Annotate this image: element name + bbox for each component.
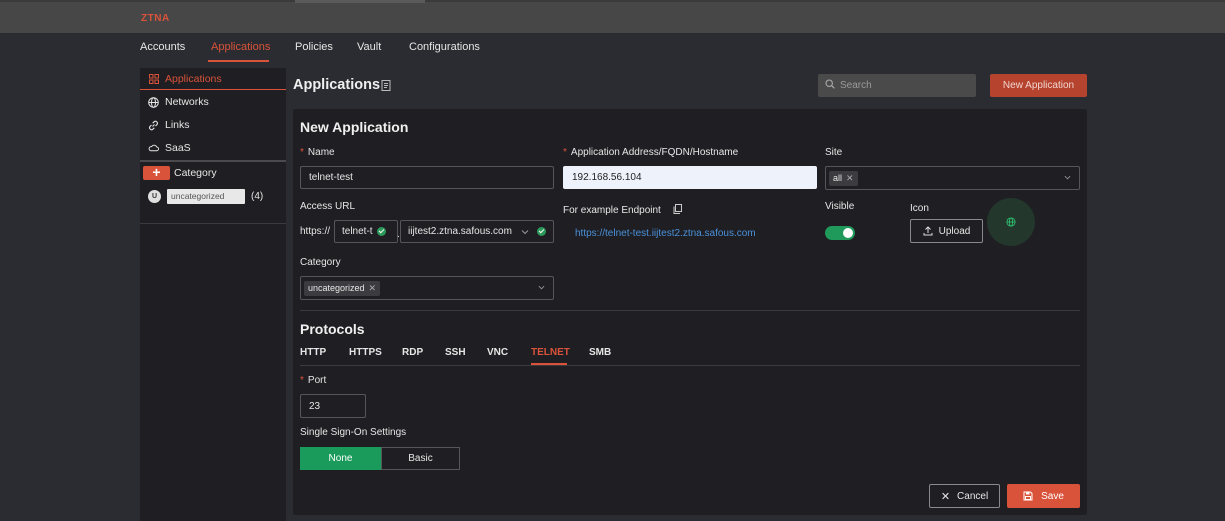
category-item-uncategorized[interactable]: uncategorized bbox=[167, 189, 245, 204]
sso-none-option[interactable]: None bbox=[300, 447, 381, 470]
subdomain-field[interactable]: telnet-t bbox=[334, 220, 398, 243]
sidebar-item-networks[interactable]: Networks bbox=[140, 91, 286, 113]
new-application-panel: New Application * Name telnet-test * Appli… bbox=[293, 109, 1087, 515]
sidebar-item-label: Applications bbox=[165, 72, 222, 85]
grid-icon bbox=[148, 73, 159, 84]
subdomain-value: telnet-t bbox=[342, 226, 373, 237]
chevron-down-icon bbox=[521, 229, 529, 234]
sidebar: Applications Networks Links SaaS + Categ… bbox=[140, 68, 286, 521]
tab-rdp[interactable]: RDP bbox=[402, 347, 423, 358]
nav-vault[interactable]: Vault bbox=[357, 41, 381, 53]
save-button[interactable]: Save bbox=[1007, 484, 1080, 508]
brand-logo: ZTNA bbox=[141, 13, 170, 24]
category-avatar: U bbox=[148, 190, 161, 203]
chevron-down-icon bbox=[538, 285, 545, 290]
port-value: 23 bbox=[309, 400, 321, 412]
nav-applications[interactable]: Applications bbox=[211, 41, 270, 53]
sidebar-item-links[interactable]: Links bbox=[140, 114, 286, 136]
globe-icon bbox=[148, 96, 159, 108]
add-category-button[interactable]: + bbox=[143, 165, 170, 180]
nav-policies[interactable]: Policies bbox=[295, 41, 333, 53]
sidebar-item-applications[interactable]: Applications bbox=[140, 68, 286, 90]
category-count: (4) bbox=[251, 191, 264, 202]
tab-http[interactable]: HTTP bbox=[300, 347, 326, 358]
save-icon bbox=[1023, 491, 1033, 501]
cancel-label: Cancel bbox=[957, 490, 989, 502]
search-box[interactable] bbox=[818, 74, 976, 97]
site-tag: all ✕ bbox=[829, 170, 858, 186]
cancel-button[interactable]: ✕ Cancel bbox=[929, 484, 1000, 508]
site-label: Site bbox=[825, 147, 843, 158]
upload-button[interactable]: Upload bbox=[910, 219, 983, 243]
tab-ssh[interactable]: SSH bbox=[445, 347, 466, 358]
url-prefix: https:// bbox=[300, 226, 331, 237]
sidebar-item-label: Links bbox=[165, 119, 190, 131]
close-icon: ✕ bbox=[940, 490, 951, 503]
address-label: * Application Address/FQDN/Hostname bbox=[563, 147, 739, 158]
remove-tag-icon[interactable]: ✕ bbox=[369, 283, 377, 294]
endpoint-label: For example Endpoint bbox=[563, 205, 661, 216]
endpoint-link[interactable]: https://telnet-test.iijtest2.ztna.safous… bbox=[575, 228, 756, 239]
tab-telnet[interactable]: TELNET bbox=[531, 347, 570, 358]
tab-vnc[interactable]: VNC bbox=[487, 347, 508, 358]
sidebar-bottom-divider bbox=[140, 223, 286, 224]
icon-label: Icon bbox=[910, 203, 929, 214]
main-nav: Accounts Applications Policies Vault Con… bbox=[0, 33, 1225, 63]
address-value: 192.168.56.104 bbox=[572, 172, 642, 183]
nav-accounts[interactable]: Accounts bbox=[140, 41, 185, 53]
category-select[interactable]: uncategorized ✕ bbox=[300, 276, 554, 300]
sidebar-divider bbox=[140, 160, 286, 162]
page-title: Applications bbox=[293, 77, 381, 93]
protocols-title: Protocols bbox=[300, 321, 365, 337]
port-field[interactable]: 23 bbox=[300, 394, 366, 418]
port-label: * Port bbox=[300, 375, 327, 386]
tab-https[interactable]: HTTPS bbox=[349, 347, 382, 358]
address-field[interactable]: 192.168.56.104 bbox=[563, 166, 817, 189]
sso-label: Single Sign-On Settings bbox=[300, 427, 407, 438]
name-label: * Name bbox=[300, 147, 335, 158]
access-url-label: Access URL bbox=[300, 201, 356, 212]
domain-select[interactable]: iijtest2.ztna.safous.com bbox=[400, 220, 554, 243]
category-heading: Category bbox=[174, 167, 217, 179]
check-icon bbox=[376, 227, 386, 236]
remove-tag-icon[interactable]: ✕ bbox=[846, 173, 854, 184]
sidebar-item-label: Networks bbox=[165, 96, 209, 108]
top-tab-indicator bbox=[295, 0, 425, 3]
cloud-icon bbox=[148, 143, 159, 154]
app-icon-preview bbox=[987, 198, 1035, 246]
site-select[interactable]: all ✕ bbox=[825, 166, 1080, 190]
document-icon[interactable] bbox=[381, 80, 391, 91]
upload-icon bbox=[923, 226, 933, 236]
link-icon bbox=[148, 120, 159, 131]
category-tag: uncategorized ✕ bbox=[304, 280, 381, 296]
search-input[interactable] bbox=[840, 80, 970, 91]
visible-label: Visible bbox=[825, 201, 855, 212]
category-label: Category bbox=[300, 257, 341, 268]
copy-icon[interactable] bbox=[673, 204, 682, 217]
check-icon bbox=[536, 227, 546, 236]
section-divider bbox=[300, 310, 1080, 311]
globe-icon bbox=[1006, 217, 1016, 227]
save-label: Save bbox=[1041, 490, 1064, 502]
domain-value: iijtest2.ztna.safous.com bbox=[408, 226, 512, 237]
top-bar: ZTNA bbox=[0, 0, 1225, 33]
chevron-down-icon bbox=[1064, 175, 1071, 180]
sidebar-item-saas[interactable]: SaaS bbox=[140, 137, 286, 159]
form-title: New Application bbox=[300, 119, 409, 135]
name-value: telnet-test bbox=[309, 172, 353, 183]
nav-configurations[interactable]: Configurations bbox=[409, 41, 480, 53]
new-application-button[interactable]: New Application bbox=[990, 74, 1087, 97]
tab-divider bbox=[300, 365, 1080, 366]
sidebar-item-label: SaaS bbox=[165, 142, 191, 154]
search-icon bbox=[825, 79, 835, 92]
visible-toggle[interactable] bbox=[825, 226, 855, 240]
name-field[interactable]: telnet-test bbox=[300, 166, 554, 189]
upload-label: Upload bbox=[938, 225, 971, 237]
nav-active-underline bbox=[208, 60, 269, 62]
sso-basic-option[interactable]: Basic bbox=[381, 447, 460, 470]
tab-smb[interactable]: SMB bbox=[589, 347, 611, 358]
